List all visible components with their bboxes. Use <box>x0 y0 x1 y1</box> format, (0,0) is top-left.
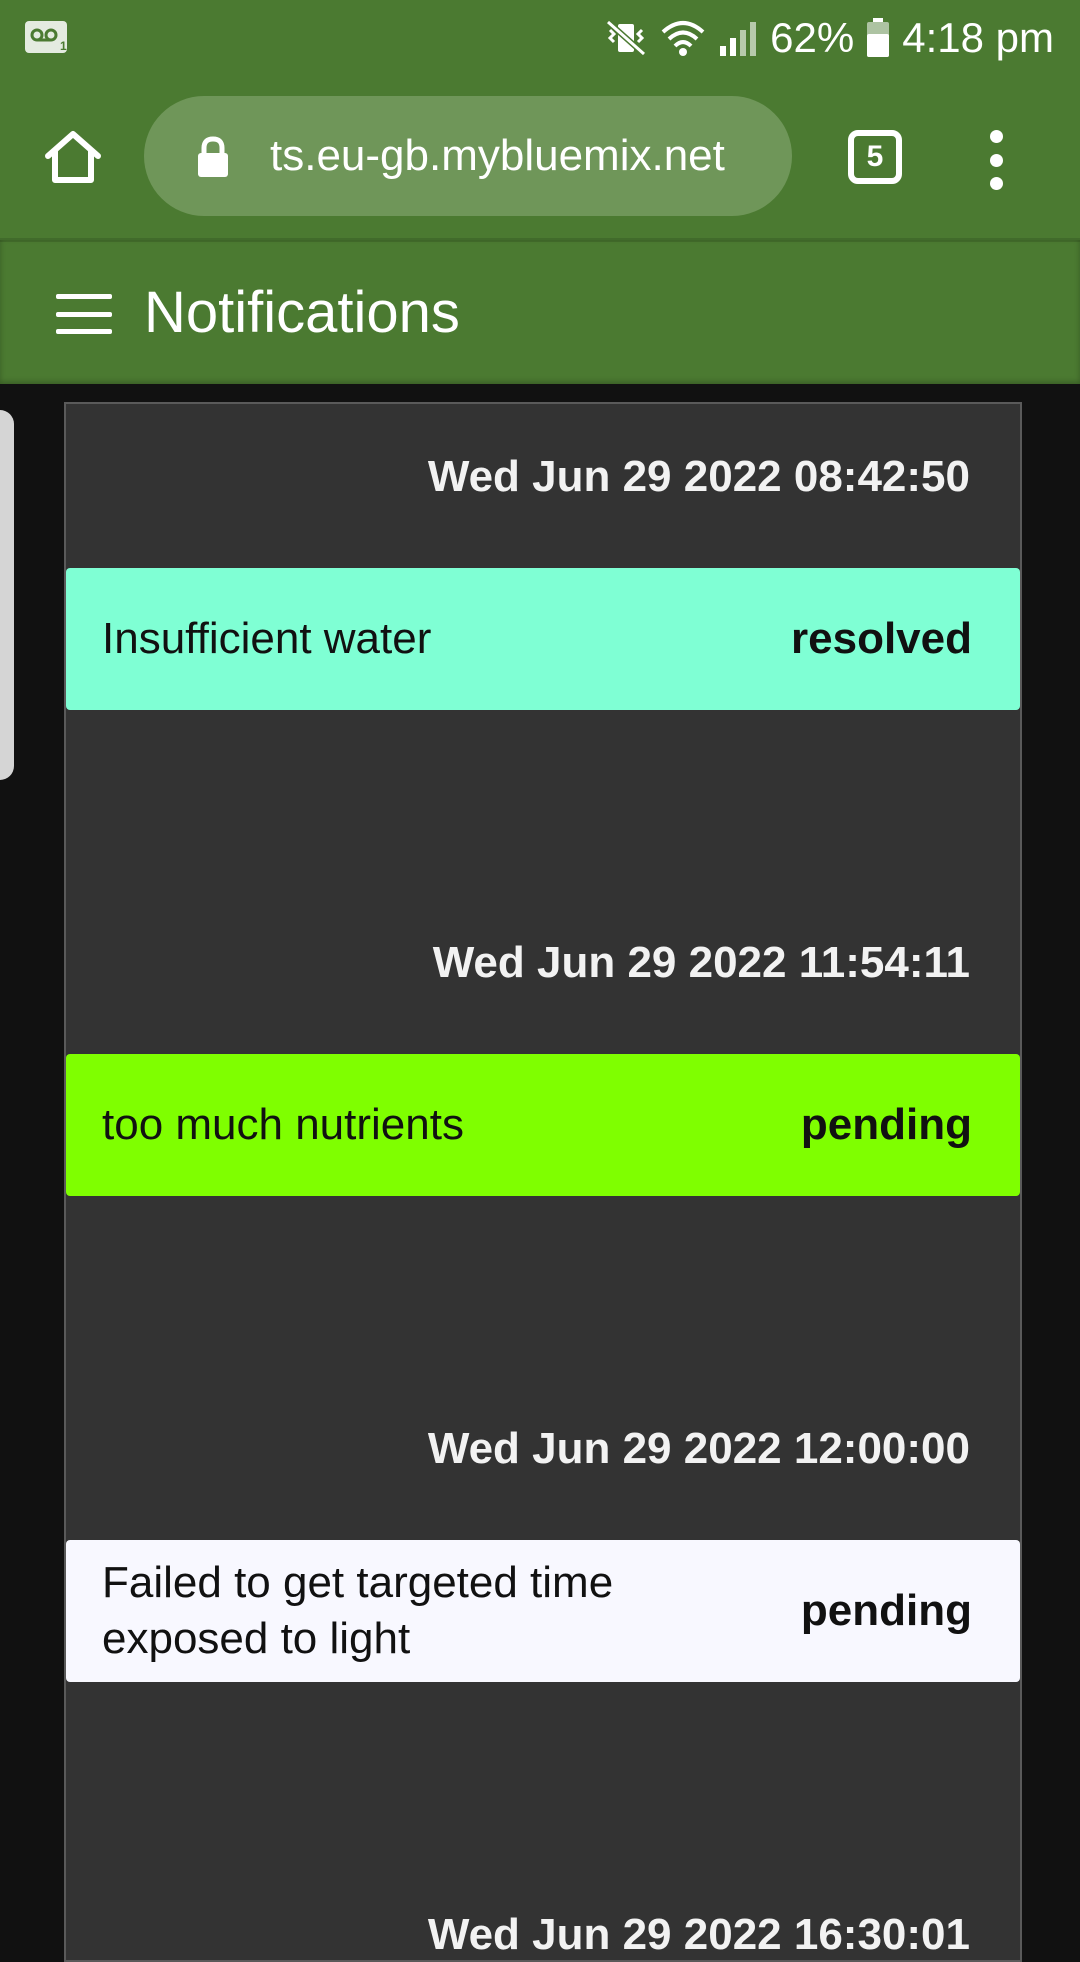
battery-percent: 62% <box>770 14 855 61</box>
page-title: Notifications <box>144 280 460 345</box>
home-button[interactable] <box>40 124 106 190</box>
signal-icon <box>720 22 757 56</box>
wifi-icon <box>661 21 705 56</box>
hamburger-icon[interactable] <box>56 294 112 334</box>
tabs-button[interactable]: 5 <box>848 130 902 184</box>
more-vert-icon <box>989 130 1003 143</box>
notifications-panel: Wed Jun 29 2022 08:42:50 Insufficient wa… <box>64 402 1022 1962</box>
divider <box>0 238 1080 242</box>
svg-text:1: 1 <box>60 39 67 53</box>
notification-card[interactable]: Insufficient water resolved <box>66 568 1020 710</box>
app-header: Notifications <box>0 240 1080 384</box>
notification-date: Wed Jun 29 2022 16:30:01 <box>427 1910 970 1959</box>
url-bar[interactable]: ts.eu-gb.mybluemix.net <box>144 96 792 216</box>
more-menu-button[interactable] <box>976 130 1016 190</box>
status-badge: resolved <box>791 614 972 663</box>
notification-date: Wed Jun 29 2022 08:42:50 <box>427 452 970 501</box>
lock-icon <box>198 136 228 177</box>
status-bar: 1 62% 4:18 pm <box>0 0 1080 76</box>
voicemail-icon: 1 <box>25 21 67 53</box>
drawer-edge-handle[interactable] <box>0 410 14 780</box>
url-text[interactable]: ts.eu-gb.mybluemix.net <box>270 124 770 188</box>
notification-date: Wed Jun 29 2022 11:54:11 <box>432 938 970 987</box>
mute-vibrate-icon <box>606 19 647 57</box>
home-icon <box>45 131 101 183</box>
clock: 4:18 pm <box>902 14 1054 61</box>
browser-toolbar: ts.eu-gb.mybluemix.net 5 <box>0 88 1080 228</box>
status-badge: pending <box>800 1586 972 1635</box>
notification-message: Failed to get targeted time exposed to l… <box>102 1558 614 1663</box>
battery-icon <box>867 18 890 57</box>
notification-card[interactable]: Failed to get targeted time exposed to l… <box>66 1540 1020 1682</box>
notification-card[interactable]: too much nutrients pending <box>66 1054 1020 1196</box>
notification-date: Wed Jun 29 2022 12:00:00 <box>427 1424 970 1473</box>
status-badge: pending <box>800 1100 972 1149</box>
notification-message: too much nutrients <box>102 1100 464 1149</box>
notification-message: Insufficient water <box>102 614 432 663</box>
